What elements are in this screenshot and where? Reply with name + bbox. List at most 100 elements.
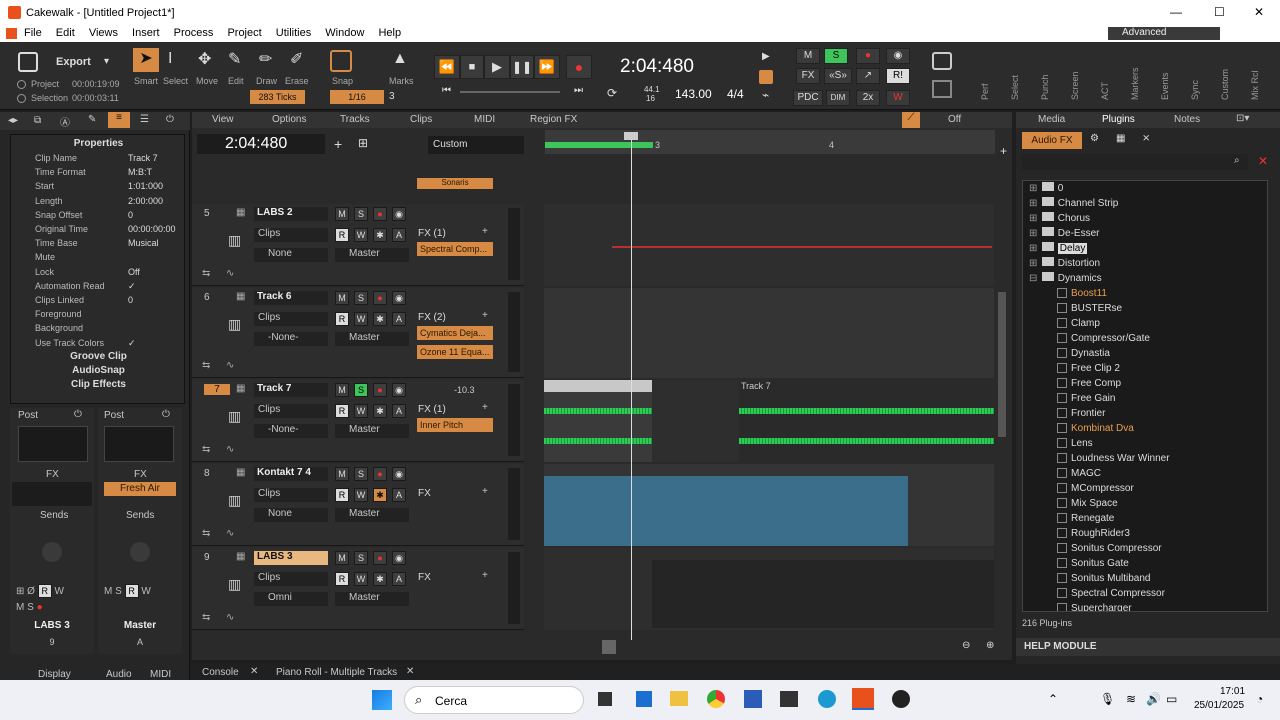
erase-tool-icon[interactable]: ✐ bbox=[290, 49, 303, 69]
clips-select[interactable]: Clips bbox=[254, 488, 328, 502]
search-icon[interactable]: ⌕ bbox=[1234, 155, 1240, 166]
notification-icon[interactable]: ◔ bbox=[1256, 692, 1263, 706]
menu-window[interactable]: Window bbox=[325, 27, 364, 39]
tv-menu-tracks[interactable]: Tracks bbox=[340, 114, 370, 125]
track-folder-icon[interactable]: ⊞ bbox=[358, 136, 368, 150]
taskbar-search[interactable]: ⌕ Cerca bbox=[404, 686, 584, 714]
module-label-act[interactable]: ACT bbox=[1100, 50, 1112, 100]
tool-move[interactable]: Move bbox=[196, 76, 218, 86]
loop-region[interactable] bbox=[545, 142, 653, 148]
wifi-icon[interactable]: ≋ bbox=[1126, 692, 1136, 706]
fx-label[interactable]: FX bbox=[418, 572, 431, 583]
archive-button[interactable]: A bbox=[392, 228, 406, 242]
module-label-perf[interactable]: Perf bbox=[980, 50, 992, 100]
track-header-7[interactable]: 7 ▦ Track 7 M S ● ◉ -10.3 ▥ Clips R W ✱ A -None- Master… bbox=[192, 380, 524, 462]
help-module[interactable]: HELP MODULE bbox=[1016, 638, 1280, 656]
write-button[interactable]: W bbox=[354, 404, 368, 418]
tree-folder[interactable]: ⊞ Delay bbox=[1029, 241, 1267, 256]
snap-resolution[interactable]: 1/16 bbox=[330, 90, 384, 104]
plugin-item[interactable]: Sonitus Gate bbox=[1029, 556, 1267, 571]
track-header-6[interactable]: 6 ▦ Track 6 M S ● ◉ ▥ Clips R W ✱ A -None- Master FX (2… bbox=[192, 288, 524, 378]
fx-add-icon[interactable]: + bbox=[482, 486, 488, 497]
solo-button[interactable]: S bbox=[354, 467, 368, 481]
dim-button[interactable]: DIM bbox=[826, 90, 850, 106]
export-icon[interactable] bbox=[18, 52, 38, 72]
automation-button[interactable]: ✱ bbox=[373, 572, 387, 586]
volume-icon[interactable]: 🔊 bbox=[1146, 692, 1161, 706]
expand-icon[interactable]: ⊞ bbox=[1029, 181, 1039, 196]
output-select[interactable]: Master bbox=[335, 592, 409, 606]
prop-value[interactable]: 1:01:000 bbox=[128, 181, 163, 191]
fx-add-icon[interactable]: + bbox=[482, 226, 488, 237]
solo-button[interactable]: S bbox=[354, 551, 368, 565]
terminal-icon[interactable] bbox=[780, 691, 798, 707]
input-select[interactable]: None bbox=[254, 508, 328, 522]
plugin-item[interactable]: Lens bbox=[1029, 436, 1267, 451]
plugin-item[interactable]: RoughRider3 bbox=[1029, 526, 1267, 541]
track-name[interactable]: Track 7 bbox=[254, 383, 328, 397]
zoom-out-icon[interactable]: ⊖ bbox=[962, 640, 970, 651]
plugin-item[interactable]: BUSTERse bbox=[1029, 301, 1267, 316]
record-arm-button[interactable]: ● bbox=[373, 207, 387, 221]
expand-icon[interactable]: ⊞ bbox=[1029, 211, 1039, 226]
input-echo-button[interactable]: ◉ bbox=[392, 383, 406, 397]
inspector-a-icon[interactable]: Ⓐ bbox=[60, 114, 70, 129]
top-partial-plugin[interactable]: Sonaris bbox=[417, 178, 493, 189]
inspector-pen-icon[interactable]: ✎ bbox=[88, 114, 96, 125]
track-header-9[interactable]: 9 ▦ LABS 3 M S ● ◉ ▥ Clips R W ✱ A Omni Master FX + ⇆ ∿ bbox=[192, 548, 524, 630]
chrome-icon[interactable] bbox=[707, 690, 725, 708]
stop-button[interactable]: ■ bbox=[460, 55, 484, 79]
snap-ticks-value[interactable]: 283 Ticks bbox=[250, 90, 305, 104]
tv-off-label[interactable]: Off bbox=[948, 114, 961, 125]
plugin-item[interactable]: MCompressor bbox=[1029, 481, 1267, 496]
sort-icon[interactable]: ⨯ bbox=[1142, 133, 1150, 144]
inspector-arrows-icon[interactable]: ◂▸ bbox=[8, 115, 18, 126]
prop-value[interactable]: Musical bbox=[128, 238, 159, 248]
tree-folder[interactable]: ⊟ Dynamics bbox=[1029, 271, 1267, 286]
groove-clip-section[interactable]: Groove Clip bbox=[11, 351, 186, 362]
tv-menu-midi[interactable]: MIDI bbox=[474, 114, 495, 125]
solo-button[interactable]: S bbox=[354, 383, 368, 397]
record-arm-button[interactable]: ● bbox=[373, 291, 387, 305]
prop-value[interactable]: ✓ bbox=[128, 281, 136, 292]
fx-plugin-slot[interactable]: Inner Pitch bbox=[417, 418, 493, 432]
clip-lane-9[interactable] bbox=[544, 548, 994, 630]
plugin-item[interactable]: Supercharger bbox=[1029, 601, 1267, 611]
mute-all-button[interactable]: M bbox=[796, 48, 820, 64]
plugin-item[interactable]: Free Clip 2 bbox=[1029, 361, 1267, 376]
inspector-power-icon[interactable]: ⏻ bbox=[166, 114, 174, 125]
solo-all-button[interactable]: S bbox=[824, 48, 848, 64]
mute-button[interactable]: M bbox=[335, 551, 349, 565]
automation-read-button[interactable]: R! bbox=[886, 68, 910, 84]
marks-icon[interactable]: ▲ bbox=[392, 50, 408, 68]
horizontal-scrollbar[interactable] bbox=[602, 640, 616, 654]
tab-notes[interactable]: Notes bbox=[1174, 114, 1200, 125]
strip2-fx-plugin[interactable]: Fresh Air bbox=[104, 482, 176, 496]
track-volume[interactable]: -10.3 bbox=[454, 385, 475, 395]
clips-select[interactable]: Clips bbox=[254, 572, 328, 586]
prop-value[interactable]: 00:00:00:00 bbox=[128, 224, 176, 234]
menu-help[interactable]: Help bbox=[378, 27, 401, 39]
plugin-item[interactable]: Spectral Compressor bbox=[1029, 586, 1267, 601]
plugin-item[interactable]: Compressor/Gate bbox=[1029, 331, 1267, 346]
pause-button[interactable]: ❚❚ bbox=[510, 55, 534, 79]
automation-lane-icon[interactable]: ∿ bbox=[226, 528, 234, 539]
module-label-markers[interactable]: Markers bbox=[1130, 50, 1142, 100]
write-button[interactable]: W bbox=[354, 228, 368, 242]
playhead[interactable] bbox=[631, 132, 632, 640]
fx-add-icon[interactable]: + bbox=[482, 402, 488, 413]
browser-menu-icon[interactable]: ⊡▾ bbox=[1236, 113, 1249, 124]
input-select[interactable]: -None- bbox=[254, 332, 328, 346]
layout-icon[interactable]: ▦ bbox=[1116, 133, 1125, 144]
tab-plugins[interactable]: Plugins bbox=[1102, 114, 1135, 125]
tool-smart[interactable]: Smart bbox=[134, 76, 158, 86]
write-button[interactable]: W bbox=[354, 488, 368, 502]
inspector-tab-midi[interactable]: MIDI bbox=[150, 669, 171, 680]
plugin-item[interactable]: Sonitus Compressor bbox=[1029, 541, 1267, 556]
clips-select[interactable]: Clips bbox=[254, 228, 328, 242]
tool-edit[interactable]: Edit bbox=[228, 76, 244, 86]
tv-time-display[interactable]: 2:04:480 bbox=[197, 134, 325, 154]
tab-piano-roll[interactable]: Piano Roll - Multiple Tracks bbox=[276, 667, 397, 678]
track-expand-icon[interactable]: ⇆ bbox=[202, 528, 210, 539]
word-icon[interactable] bbox=[744, 690, 762, 708]
